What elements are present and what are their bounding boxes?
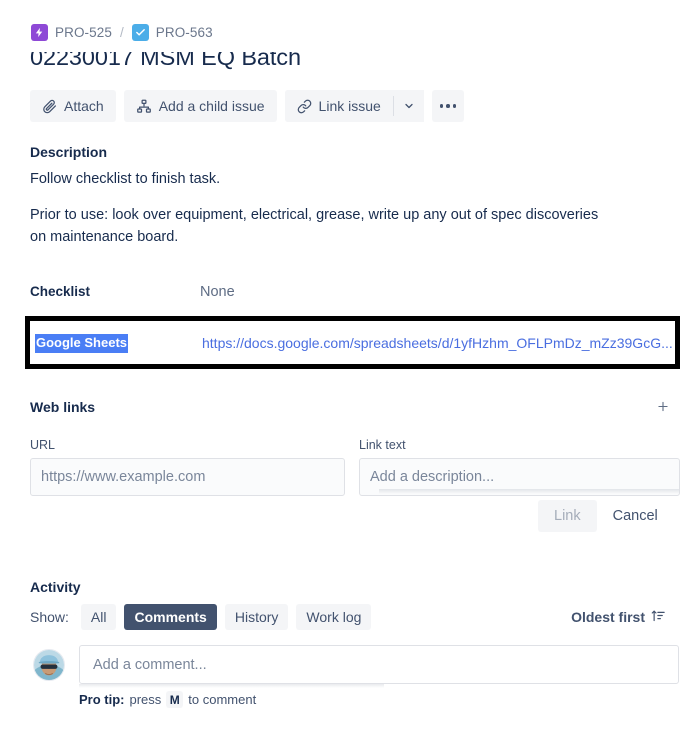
checklist-field-row: Checklist None [30,284,450,300]
field-shadow-artifact [379,489,679,494]
link-submit-button[interactable]: Link [538,500,597,532]
issue-actions-toolbar: Attach Add a child issue Link issue [30,90,464,122]
comment-field-group [79,645,679,684]
add-child-issue-label: Add a child issue [158,98,265,114]
activity-filter-all[interactable]: All [80,604,117,630]
issue-detail-page: PRO-525 / PRO-563 02230017 MSM EQ Batch … [0,0,687,739]
description-heading: Description [30,144,108,160]
ellipsis-dots [439,104,457,108]
annotation-highlight-box: Google Sheets https://docs.google.com/sp… [25,316,680,369]
link-text-field-group: Link text [359,438,680,496]
link-issue-button[interactable]: Link issue [284,90,393,122]
breadcrumb-separator: / [119,25,124,40]
description-paragraph-1: Follow checklist to finish task. [30,171,221,187]
activity-heading: Activity [30,579,81,595]
breadcrumb-parent-label[interactable]: PRO-525 [55,25,112,40]
attach-button[interactable]: Attach [30,90,116,122]
sort-ascending-icon [651,608,666,626]
link-issue-split-button: Link issue [284,90,424,122]
breadcrumb-parent[interactable]: PRO-525 [31,24,112,41]
show-label: Show: [30,609,69,625]
chevron-down-icon[interactable] [393,90,424,122]
plus-icon[interactable] [650,393,676,419]
add-child-issue-button[interactable]: Add a child issue [123,90,277,122]
link-issue-label: Link issue [318,98,381,114]
linked-item-url[interactable]: https://docs.google.com/spreadsheets/d/1… [202,334,673,352]
linked-item-title-selected[interactable]: Google Sheets [35,334,129,353]
task-check-icon [131,24,149,41]
avatar[interactable] [33,649,65,681]
more-actions-icon[interactable] [431,90,464,122]
sort-order-button[interactable]: Oldest first [565,604,672,630]
description-body: Follow checklist to finish task. Prior t… [30,168,605,248]
web-links-heading: Web links [30,399,96,415]
checklist-label: Checklist [30,284,91,299]
activity-filter-row: Show: All Comments History Work log [30,604,372,630]
web-link-form-actions: Link Cancel [538,500,662,532]
pro-tip-prefix: Pro tip: [79,692,125,707]
activity-filter-work-log[interactable]: Work log [296,604,372,630]
url-input[interactable] [30,458,345,496]
activity-filter-comments[interactable]: Comments [124,604,217,630]
epic-lightning-icon [31,24,48,41]
page-title[interactable]: 02230017 MSM EQ Batch [30,52,590,71]
pro-tip-key: M [166,691,184,708]
pro-tip-suffix: to comment [188,692,257,707]
sort-order-label: Oldest first [571,609,645,625]
comment-input[interactable] [79,645,679,684]
checklist-value[interactable]: None [200,284,235,300]
breadcrumb-current[interactable]: PRO-563 [131,24,213,41]
activity-filter-history[interactable]: History [224,604,289,630]
breadcrumb: PRO-525 / PRO-563 [31,24,213,41]
cancel-button[interactable]: Cancel [609,508,662,524]
chain-link-icon [297,99,312,114]
pro-tip: Pro tip: press M to comment [79,691,256,708]
hierarchy-icon [136,99,152,114]
breadcrumb-current-label[interactable]: PRO-563 [156,25,213,40]
avatar-image [34,650,64,680]
paperclip-icon [42,99,57,114]
pro-tip-middle: press [129,692,162,707]
comment-shadow-artifact [79,684,384,688]
link-text-field-label: Link text [359,438,406,452]
url-field-label: URL [30,438,56,452]
linked-item-row: Google Sheets https://docs.google.com/sp… [30,321,675,364]
attach-button-label: Attach [64,98,104,114]
description-paragraph-2: Prior to use: look over equipment, elect… [30,207,599,245]
page-title-container: 02230017 MSM EQ Batch [30,52,590,80]
url-field-group: URL [30,438,345,496]
